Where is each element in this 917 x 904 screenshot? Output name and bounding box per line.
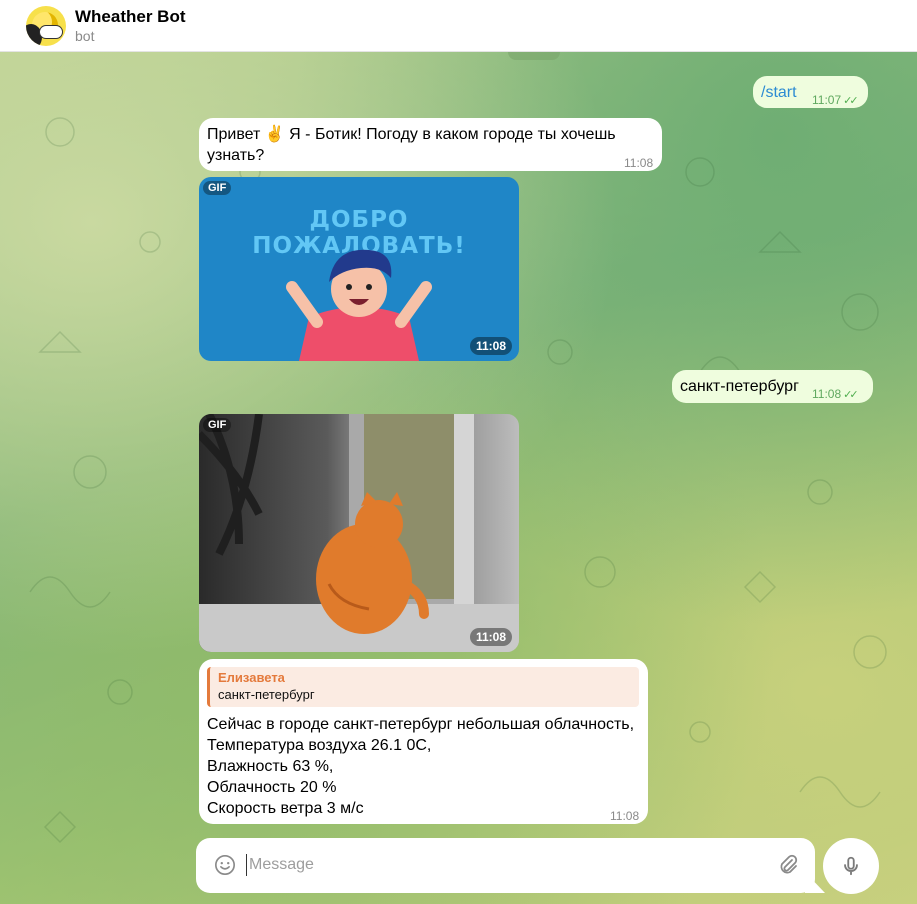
message-composer [196,838,815,893]
cloud-icon [40,25,62,38]
outgoing-message[interactable]: /start 11:07 ✓✓ [753,76,868,108]
message-time: 11:08 [812,387,842,401]
paperclip-icon[interactable] [776,853,800,877]
cat-window-illustration [199,414,519,652]
cartoon-boy-illustration [286,249,432,361]
message-time: 11:08 [610,809,640,823]
weather-line: Влажность 63 %, [207,758,334,775]
gif-message-cat[interactable]: GIF 11:08 [199,414,519,652]
weather-line: Сейчас в городе санкт-петербург небольша… [207,716,635,733]
emoji-icon[interactable] [214,854,236,876]
reply-author: Елизавета [218,670,285,685]
date-pill [508,52,560,60]
message-list[interactable]: /start 11:07 ✓✓ Привет ✌️ Я - Ботик! Пого… [0,52,917,904]
message-text: Сейчас в городе санкт-петербург небольша… [207,714,643,819]
message-input[interactable] [246,854,746,876]
gif-badge: GIF [203,418,232,432]
message-time: 11:07 [812,93,842,107]
chat-subtitle: bot [75,27,95,44]
gif-badge: GIF [203,181,232,195]
bot-command-link[interactable]: /start [761,82,797,103]
outgoing-message[interactable]: санкт-петербург 11:08 ✓✓ [672,370,873,403]
message-time: 11:08 [469,628,512,646]
message-time: 11:08 [624,156,654,170]
chat-header[interactable]: Wheather Bot bot [0,0,917,52]
incoming-message-weather[interactable]: Елизавета санкт-петербург Сейчас в город… [199,659,648,824]
microphone-icon [844,856,858,876]
weather-line: Температура воздуха 26.1 0С, [207,737,432,754]
incoming-message[interactable]: Привет ✌️ Я - Ботик! Погоду в каком горо… [199,118,662,171]
read-checks-icon: ✓✓ [843,389,859,401]
reply-text: санкт-петербург [218,687,315,702]
weather-line: Скорость ветра 3 м/с [207,800,364,817]
message-time: 11:08 [469,337,512,355]
weather-line: Облачность 20 % [207,779,337,796]
voice-record-button[interactable] [823,838,879,894]
chat-title[interactable]: Wheather Bot [75,7,186,27]
weather-bot-avatar[interactable] [26,5,66,46]
gif-message-welcome[interactable]: ДОБРО ПОЖАЛОВАТЬ! GIF 11:08 [199,177,519,361]
reply-quote[interactable]: Елизавета санкт-петербург [207,667,639,707]
read-checks-icon: ✓✓ [843,95,859,107]
message-text: санкт-петербург [680,378,799,395]
message-text: Привет ✌️ Я - Ботик! Погоду в каком горо… [207,126,616,164]
